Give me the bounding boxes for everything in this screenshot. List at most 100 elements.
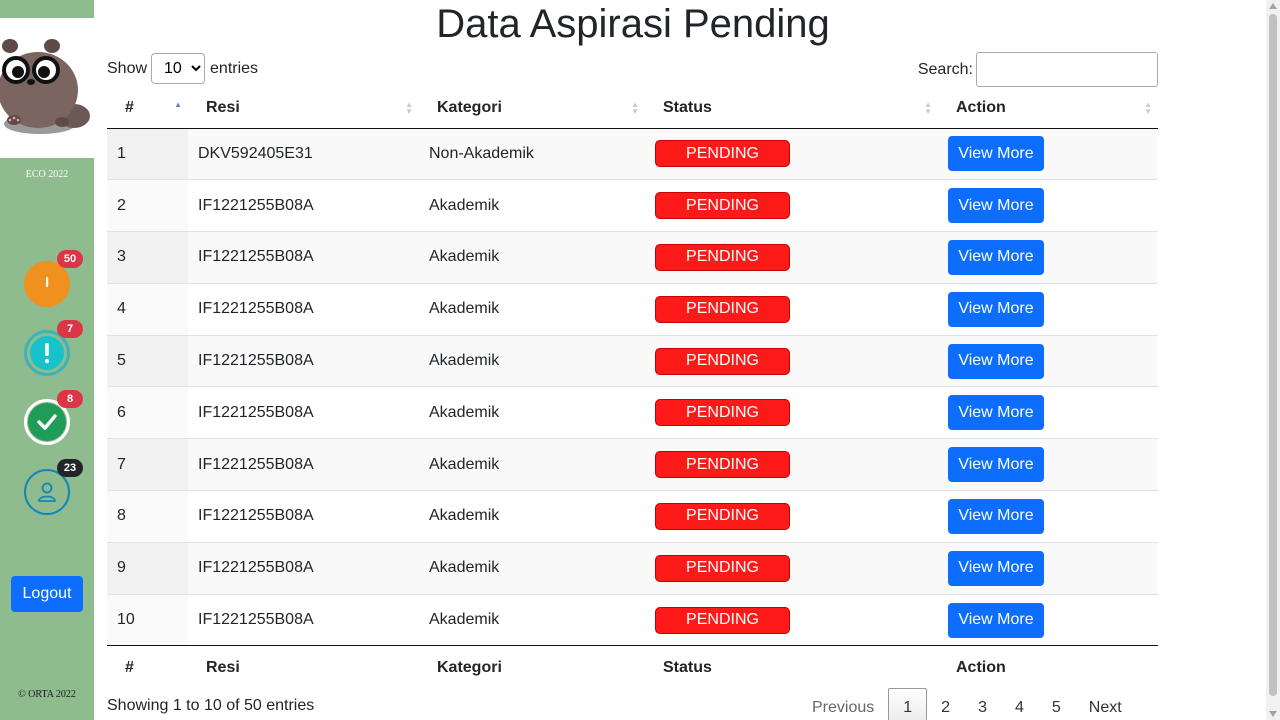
row-status-cell: PENDING [645,179,938,232]
table-row: 2 IF1221255B08A Akademik PENDING View More [107,179,1158,232]
row-status-cell: PENDING [645,386,938,439]
row-status-cell: PENDING [645,334,938,387]
view-more-button[interactable]: View More [948,239,1044,275]
page-length-select[interactable]: 10 [151,53,206,84]
status-badge: PENDING [655,451,790,479]
row-resi: IF1221255B08A [188,593,419,646]
view-more-button[interactable]: View More [948,188,1044,224]
row-status-cell: PENDING [645,128,938,180]
done-count-badge: 8 [57,390,83,408]
row-action-cell: View More [938,128,1158,180]
status-badge: PENDING [655,192,790,220]
vertical-scrollbar[interactable] [1266,0,1280,720]
row-kategori: Akademik [419,231,645,284]
row-number: 3 [107,231,188,284]
view-more-button[interactable]: View More [948,498,1044,534]
search-input[interactable] [976,52,1158,87]
exclamation-icon [44,343,50,364]
urgent-count-badge: 7 [57,320,83,338]
sort-icon: ▲ ▼ [1144,99,1152,116]
table-row: 5 IF1221255B08A Akademik PENDING View More [107,334,1158,387]
table-row: 1 DKV592405E31 Non-Akademik PENDING View Mor… [107,128,1158,180]
row-action-cell: View More [938,438,1158,491]
table-row: 7 IF1221255B08A Akademik PENDING View More [107,438,1158,491]
column-header-kategori[interactable]: Kategori ▲ ▼ [419,88,645,129]
row-kategori: Akademik [419,334,645,387]
logout-button[interactable]: Logout [11,576,83,612]
scroll-down-icon[interactable] [1269,711,1277,717]
status-badge: PENDING [655,554,790,582]
row-resi: IF1221255B08A [188,231,419,284]
next-page-button[interactable]: Next [1075,688,1136,720]
page-title: Data Aspirasi Pending [436,2,830,46]
row-resi: IF1221255B08A [188,282,419,336]
page-length-control: Show 10 entries [107,53,258,84]
users-count-badge: 23 [57,459,83,477]
page-button-2[interactable]: 2 [927,688,964,720]
view-more-button[interactable]: View More [948,447,1044,483]
sidebar: ECO 2022 50 7 8 23 Logout © ORTA 2022 [0,0,94,720]
status-badge: PENDING [655,295,790,323]
column-header-number[interactable]: # ▲▼ [107,88,188,129]
row-kategori: Akademik [419,282,645,336]
row-number: 9 [107,541,188,595]
row-status-cell: PENDING [645,593,938,646]
view-more-button[interactable]: View More [948,550,1044,586]
view-more-button[interactable]: View More [948,395,1044,431]
row-kategori: Akademik [419,490,645,543]
row-kategori: Non-Akademik [419,128,645,180]
view-more-button[interactable]: View More [948,343,1044,379]
status-badge: PENDING [655,347,790,375]
table-header-row: # ▲▼ Resi ▲▼ Kategori ▲▼ Status ▲▼ Action ▲▼ [107,88,1158,129]
view-more-button[interactable]: View More [948,602,1044,638]
row-number: 2 [107,179,188,232]
row-status-cell: PENDING [645,490,938,543]
status-badge: PENDING [655,606,790,634]
row-resi: DKV592405E31 [188,128,419,180]
table-row: 8 IF1221255B08A Akademik PENDING View More [107,490,1158,543]
page-button-5[interactable]: 5 [1038,688,1075,720]
mascot-logo [0,18,94,158]
pending-nav[interactable] [24,261,70,307]
view-more-button[interactable]: View More [948,291,1044,327]
row-action-cell: View More [938,593,1158,646]
row-action-cell: View More [938,282,1158,336]
brand-text: ECO 2022 [25,169,69,180]
scrollbar-thumb[interactable] [1269,14,1277,696]
scroll-up-icon[interactable] [1269,3,1277,9]
page-button-1[interactable]: 1 [888,688,928,720]
table-row: 4 IF1221255B08A Akademik PENDING View More [107,282,1158,336]
view-more-button[interactable]: View More [948,136,1044,172]
row-resi: IF1221255B08A [188,334,419,387]
column-header-status[interactable]: Status ▲ ▼ [645,88,938,129]
row-status-cell: PENDING [645,438,938,491]
row-resi: IF1221255B08A [188,438,419,491]
status-badge: PENDING [655,140,790,168]
status-badge: PENDING [655,243,790,271]
footer-header-resi: Resi [188,645,419,690]
row-action-cell: View More [938,334,1158,387]
sort-icon: ▲ ▼ [924,99,932,116]
row-action-cell: View More [938,386,1158,439]
table-row: 3 IF1221255B08A Akademik PENDING View More [107,231,1158,284]
pagination: Previous 1 2 3 4 5 Next [798,688,1136,720]
page-button-4[interactable]: 4 [1001,688,1038,720]
show-label: Show [107,59,148,77]
previous-page-button[interactable]: Previous [798,688,888,720]
row-action-cell: View More [938,231,1158,284]
footer-header-kategori: Kategori [419,645,645,690]
row-kategori: Akademik [419,179,645,232]
column-header-action[interactable]: Action ▲ ▼ [938,88,1158,129]
sort-icon: ▲ ▼ [405,99,413,116]
check-icon [37,414,57,430]
table-row: 6 IF1221255B08A Akademik PENDING View More [107,386,1158,439]
table-row: 10 IF1221255B08A Akademik PENDING View More [107,593,1158,646]
row-status-cell: PENDING [645,231,938,284]
row-kategori: Akademik [419,541,645,595]
footer-header-action: Action [938,645,1158,690]
row-resi: IF1221255B08A [188,386,419,439]
page-button-3[interactable]: 3 [964,688,1001,720]
column-header-resi[interactable]: Resi ▲ ▼ [188,88,419,129]
search-control: Search: [918,52,1158,87]
pending-count-badge: 50 [57,250,83,268]
